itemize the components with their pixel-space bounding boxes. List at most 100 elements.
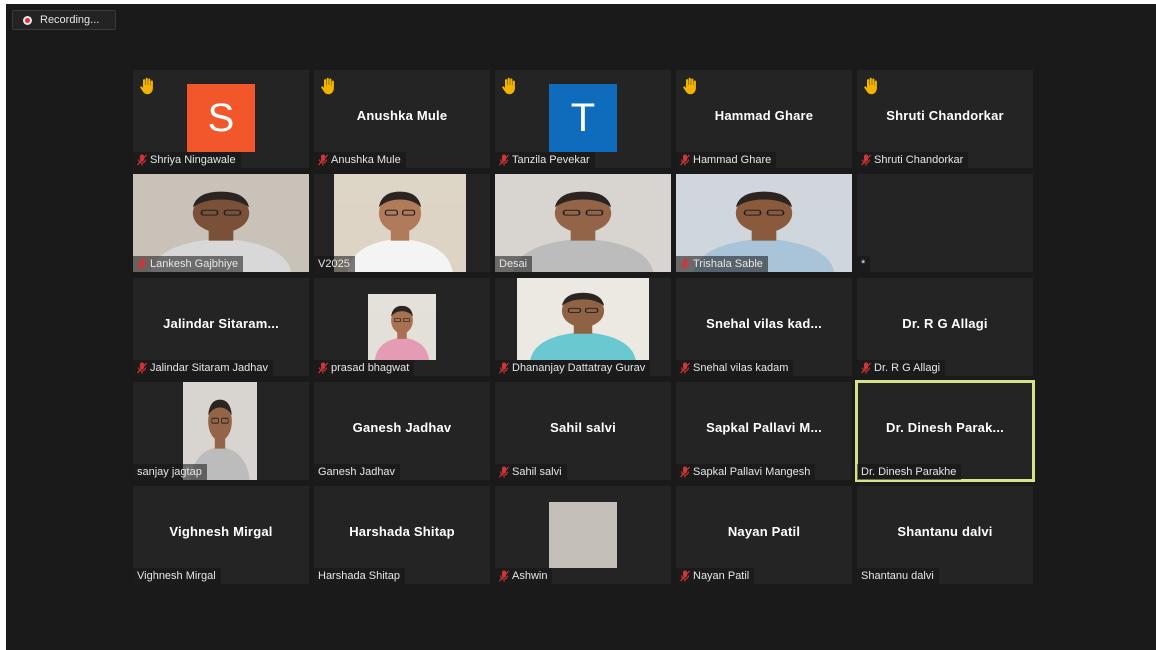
participant-tile[interactable]: Ganesh Jadhav Ganesh Jadhav — [314, 382, 490, 480]
participant-tile[interactable]: prasad bhagwat — [314, 278, 490, 376]
participant-name: V2025 — [318, 258, 350, 270]
participant-avatar: T — [549, 84, 617, 152]
participant-tile[interactable]: Harshada Shitap Harshada Shitap — [314, 486, 490, 584]
participant-tile[interactable]: Lankesh Gajbhiye — [133, 174, 309, 272]
participant-name-label: Dr. R G Allagi — [857, 360, 946, 376]
participant-tile[interactable]: Vighnesh Mirgal Vighnesh Mirgal — [133, 486, 309, 584]
participant-name: Shriya Ningawale — [150, 154, 236, 166]
participant-name-label: Hammad Ghare — [676, 152, 777, 168]
participant-video-feed — [517, 278, 649, 360]
raised-hand-icon — [682, 77, 698, 95]
participant-name: Ashwin — [512, 570, 548, 582]
participant-tile[interactable]: Shruti Chandorkar Shruti Chandorkar — [857, 70, 1033, 168]
raised-hand-icon — [320, 77, 336, 95]
raised-hand-icon — [501, 77, 517, 95]
participant-name-label: Shruti Chandorkar — [857, 152, 969, 168]
participant-tile[interactable]: Dhananjay Dattatray Gurav — [495, 278, 671, 376]
participant-name-label: Ganesh Jadhav — [314, 464, 401, 480]
muted-mic-icon — [680, 362, 690, 374]
participant-name: Ganesh Jadhav — [318, 466, 396, 478]
participant-tile[interactable]: Trishala Sable — [676, 174, 852, 272]
participant-name: Dhananjay Dattatray Gurav — [512, 362, 646, 374]
participant-name-label: Trishala Sable — [676, 256, 768, 272]
muted-mic-icon — [861, 154, 871, 166]
participant-name: Snehal vilas kadam — [693, 362, 789, 374]
participant-tile[interactable]: sanjay jagtap — [133, 382, 309, 480]
participant-name: Lankesh Gajbhiye — [150, 258, 239, 270]
participant-name-label: sanjay jagtap — [133, 464, 207, 480]
participant-display-name: Nayan Patil — [727, 524, 801, 539]
participant-name-label: Lankesh Gajbhiye — [133, 256, 244, 272]
muted-mic-icon — [680, 258, 690, 270]
participant-name-label: prasad bhagwat — [314, 360, 415, 376]
participant-name: Sapkal Pallavi Mangesh — [693, 466, 811, 478]
participant-display-name: Shruti Chandorkar — [886, 108, 1004, 123]
participant-name: Tanzila Pevekar — [512, 154, 590, 166]
participant-tile[interactable]: Dr. Dinesh Parak... Dr. Dinesh Parakhe — [855, 380, 1035, 482]
participant-display-name: Dr. R G Allagi — [902, 316, 988, 331]
participant-tile[interactable]: V2025 — [314, 174, 490, 272]
participant-display-name: Hammad Ghare — [714, 108, 814, 123]
participant-tile[interactable]: Nayan Patil Nayan Patil — [676, 486, 852, 584]
participant-tile[interactable]: * — [857, 174, 1033, 272]
participant-name: Harshada Shitap — [318, 570, 400, 582]
participant-name: prasad bhagwat — [331, 362, 410, 374]
participant-name: Dr. R G Allagi — [874, 362, 941, 374]
participant-tile[interactable]: Desai — [495, 174, 671, 272]
participant-tile[interactable]: Sahil salvi Sahil salvi — [495, 382, 671, 480]
participant-tile[interactable]: Shantanu dalvi Shantanu dalvi — [857, 486, 1033, 584]
participant-name: * — [861, 258, 866, 270]
participant-tile[interactable]: Dr. R G Allagi Dr. R G Allagi — [857, 278, 1033, 376]
participant-name: Nayan Patil — [693, 570, 750, 582]
participant-name-label: * — [857, 256, 871, 272]
muted-mic-icon — [499, 466, 509, 478]
participant-name-label: Sahil salvi — [495, 464, 567, 480]
participant-name-label: Anushka Mule — [314, 152, 406, 168]
participant-tile[interactable]: Ashwin — [495, 486, 671, 584]
participant-name-label: Jalindar Sitaram Jadhav — [133, 360, 274, 376]
recording-label: Recording... — [40, 14, 100, 26]
participant-display-name: Shantanu dalvi — [897, 524, 993, 539]
participant-name: sanjay jagtap — [137, 466, 202, 478]
participant-name: Trishala Sable — [693, 258, 763, 270]
participant-name-label: Vighnesh Mirgal — [133, 568, 221, 584]
participant-name-label: Sapkal Pallavi Mangesh — [676, 464, 816, 480]
participant-tile[interactable]: Anushka Mule Anushka Mule — [314, 70, 490, 168]
participant-display-name: Dr. Dinesh Parak... — [886, 420, 1004, 435]
participant-name: Dr. Dinesh Parakhe — [861, 466, 957, 478]
participant-name-label: Shriya Ningawale — [133, 152, 241, 168]
recording-indicator[interactable]: Recording... — [12, 10, 116, 30]
participant-name: Jalindar Sitaram Jadhav — [150, 362, 269, 374]
muted-mic-icon — [499, 570, 509, 582]
participant-display-name: Anushka Mule — [356, 108, 448, 123]
participant-name-label: Ashwin — [495, 568, 553, 584]
participant-name: Shantanu dalvi — [861, 570, 934, 582]
participant-tile[interactable]: Jalindar Sitaram... Jalindar Sitaram Jadh… — [133, 278, 309, 376]
muted-mic-icon — [318, 362, 328, 374]
participant-video-feed — [368, 294, 436, 360]
participant-tile[interactable]: Sapkal Pallavi M... Sapkal Pallavi Manges… — [676, 382, 852, 480]
participant-name: Hammad Ghare — [693, 154, 772, 166]
participant-name-label: V2025 — [314, 256, 355, 272]
participant-tile[interactable]: Snehal vilas kad... Snehal vilas kadam — [676, 278, 852, 376]
muted-mic-icon — [680, 570, 690, 582]
participant-name-label: Harshada Shitap — [314, 568, 405, 584]
participant-name-label: Tanzila Pevekar — [495, 152, 595, 168]
participant-name-label: Shantanu dalvi — [857, 568, 939, 584]
participant-tile[interactable]: T Tanzila Pevekar — [495, 70, 671, 168]
meeting-stage: Recording... S Shriya Ningawale Anushka Mu… — [6, 4, 1156, 650]
record-icon — [23, 15, 32, 25]
muted-mic-icon — [137, 362, 147, 374]
participant-tile[interactable]: Hammad Ghare Hammad Ghare — [676, 70, 852, 168]
muted-mic-icon — [680, 154, 690, 166]
participant-name-label: Dhananjay Dattatray Gurav — [495, 360, 651, 376]
participant-name-label: Snehal vilas kadam — [676, 360, 794, 376]
participant-name-label: Desai — [495, 256, 533, 272]
participant-display-name: Sapkal Pallavi M... — [706, 420, 822, 435]
participant-display-name: Jalindar Sitaram... — [163, 316, 279, 331]
participant-name: Sahil salvi — [512, 466, 562, 478]
participant-display-name: Snehal vilas kad... — [706, 316, 822, 331]
participant-tile[interactable]: S Shriya Ningawale — [133, 70, 309, 168]
muted-mic-icon — [499, 154, 509, 166]
blank-video-feed — [549, 502, 617, 568]
